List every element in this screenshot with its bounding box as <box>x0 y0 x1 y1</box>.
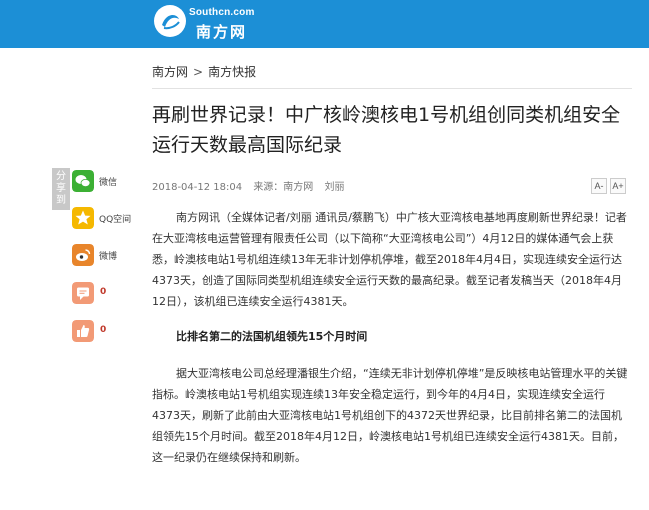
article-meta: 2018-04-12 18:04 来源：南方网 刘丽 <box>152 178 353 193</box>
publish-datetime: 2018-04-12 18:04 <box>152 182 243 193</box>
breadcrumb-separator: > <box>193 65 204 79</box>
font-decrease-button[interactable]: A- <box>591 178 607 194</box>
font-size-controls: A- A+ <box>588 174 626 194</box>
article-subheading: 比排名第二的法国机组领先15个月时间 <box>176 330 368 343</box>
like-count: 0 <box>100 325 107 335</box>
breadcrumb-home-link[interactable]: 南方网 <box>152 65 188 79</box>
logo-mark-icon <box>154 5 186 37</box>
breadcrumb: 南方网 > 南方快报 <box>152 63 256 80</box>
qzone-icon <box>72 207 94 229</box>
article-title: 再刷世界记录！中广核岭澳核电1号机组创同类机组安全运行天数最高国际纪录 <box>152 104 621 156</box>
comment-count: 0 <box>100 287 107 297</box>
article-paragraph: 据大亚湾核电公司总经理潘银生介绍，“连续无非计划停机停堆”是反映核电站管理水平的… <box>152 367 628 464</box>
article-author: 刘丽 <box>324 182 345 193</box>
site-logo[interactable]: Southcn.com 南方网 <box>152 3 272 45</box>
breadcrumb-section-link[interactable]: 南方快报 <box>208 65 256 79</box>
share-wechat-label: 微信 <box>99 178 118 188</box>
thumbs-up-icon <box>72 320 94 342</box>
comment-icon <box>72 282 94 304</box>
share-wechat[interactable]: 微信 <box>72 170 147 194</box>
share-qzone[interactable]: QQ空间 <box>72 207 147 231</box>
article-source: 来源：南方网 <box>253 182 314 193</box>
comment-button[interactable]: 0 <box>72 282 147 306</box>
site-header: Southcn.com 南方网 <box>0 0 649 48</box>
share-weibo[interactable]: 微博 <box>72 244 147 268</box>
font-increase-button[interactable]: A+ <box>610 178 626 194</box>
share-weibo-label: 微博 <box>99 252 118 262</box>
logo-english-text: Southcn.com <box>189 7 255 18</box>
like-button[interactable]: 0 <box>72 320 147 344</box>
share-qzone-label: QQ空间 <box>99 215 132 225</box>
wechat-icon <box>72 170 94 192</box>
article-body: 南方网讯（全媒体记者/刘丽 通讯员/蔡鹏飞）中广核大亚湾核电基地再度刷新世界纪录… <box>152 207 632 482</box>
share-tag: 分享到 <box>52 168 70 210</box>
breadcrumb-divider <box>152 88 632 89</box>
logo-chinese-text: 南方网 <box>196 23 248 41</box>
weibo-icon <box>72 244 94 266</box>
article-paragraph: 南方网讯（全媒体记者/刘丽 通讯员/蔡鹏飞）中广核大亚湾核电基地再度刷新世界纪录… <box>152 211 627 308</box>
